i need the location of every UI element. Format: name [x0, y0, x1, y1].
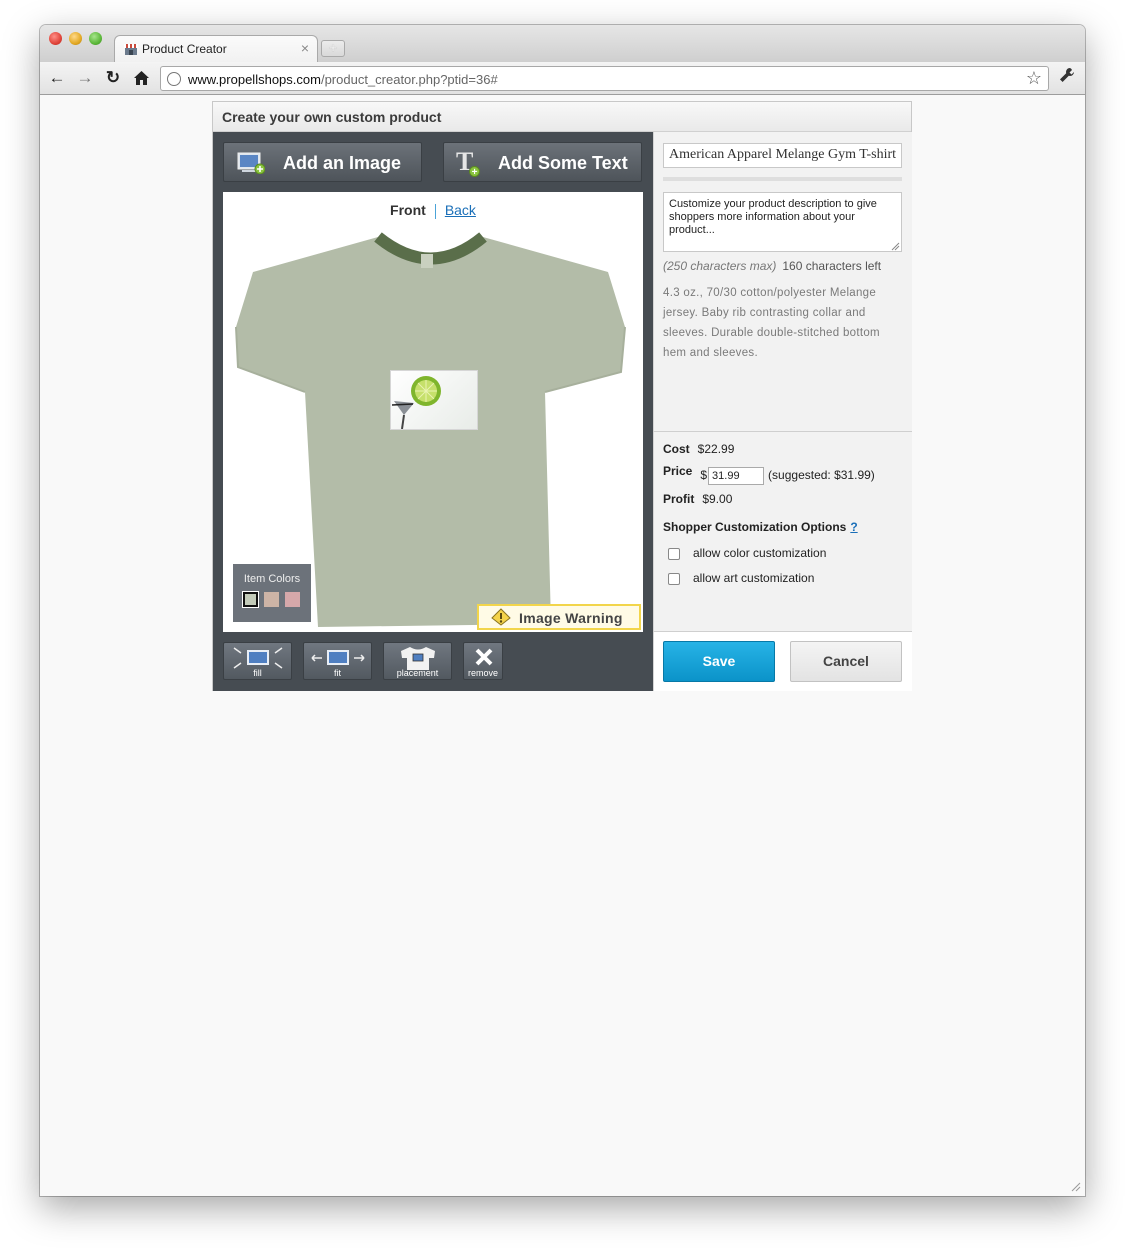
- product-title-input[interactable]: American Apparel Melange Gym T-shirt: [663, 143, 902, 168]
- image-warning-badge[interactable]: Image Warning: [477, 604, 641, 630]
- uploaded-artwork[interactable]: [390, 370, 478, 430]
- tab-close-icon[interactable]: ×: [301, 40, 309, 56]
- product-creator-panel: Create your own custom product Add an Im…: [212, 101, 912, 691]
- browser-tab[interactable]: Product Creator ×: [114, 35, 318, 62]
- fill-button[interactable]: fill: [223, 642, 292, 680]
- cost-row: Cost $22.99: [663, 442, 735, 456]
- warning-icon: [491, 608, 511, 626]
- divider: [663, 177, 902, 181]
- add-image-label: Add an Image: [283, 153, 402, 173]
- address-bar[interactable]: www.propellshops.com/product_creator.php…: [160, 66, 1049, 91]
- placement-button[interactable]: placement: [383, 642, 452, 680]
- price-input[interactable]: 31.99: [708, 467, 765, 485]
- product-details: American Apparel Melange Gym T-shirt Cus…: [653, 132, 912, 432]
- char-count: (250 characters max) 160 characters left: [663, 259, 882, 273]
- plus-badge-icon: +: [469, 166, 480, 178]
- page-content: Create your own custom product Add an Im…: [40, 96, 1085, 1196]
- remove-button[interactable]: remove: [463, 642, 503, 680]
- home-icon[interactable]: [133, 70, 150, 86]
- browser-window: Product Creator × + ← → ↻ www.propellsho…: [40, 25, 1085, 1196]
- front-side-label[interactable]: Front: [390, 202, 426, 218]
- new-tab-button[interactable]: +: [321, 40, 345, 57]
- item-colors-label: Item Colors: [243, 573, 301, 585]
- fill-label: fill: [253, 668, 262, 678]
- allow-art-checkbox[interactable]: [668, 572, 680, 585]
- pricing-section: Cost $22.99 Price $31.99 (suggested: $31.99…: [653, 432, 912, 632]
- color-swatch-tan[interactable]: [264, 592, 279, 607]
- browser-toolbar: ← → ↻ www.propellshops.com/product_creat…: [40, 62, 1085, 95]
- profit-row: Profit $9.00: [663, 492, 733, 506]
- allow-color-option[interactable]: allow color customization: [668, 546, 826, 560]
- bookmark-star-icon[interactable]: ☆: [1026, 68, 1042, 89]
- panel-header: Create your own custom product: [213, 102, 911, 132]
- window-resize-grip-icon[interactable]: [1071, 1182, 1081, 1192]
- fit-icon: [311, 650, 365, 665]
- fill-icon: [233, 647, 283, 669]
- color-swatch-pink[interactable]: [285, 592, 300, 607]
- product-description-text: 4.3 oz., 70/30 cotton/polyester Melange …: [663, 287, 880, 359]
- description-textarea[interactable]: Customize your product description to gi…: [663, 192, 902, 252]
- divider: [434, 203, 436, 219]
- reload-icon[interactable]: ↻: [101, 66, 125, 90]
- add-image-button[interactable]: Add an Image: [223, 142, 422, 182]
- globe-icon: [167, 72, 181, 86]
- action-bar: Save Cancel: [653, 631, 912, 691]
- color-swatch-green[interactable]: [242, 591, 259, 608]
- forward-arrow-icon[interactable]: →: [73, 66, 97, 90]
- design-canvas[interactable]: Front Back Item Colors Image Warning: [223, 192, 643, 632]
- page-title: Create your own custom product: [222, 109, 442, 125]
- wrench-icon[interactable]: [1059, 67, 1075, 83]
- allow-color-checkbox[interactable]: [668, 547, 680, 560]
- help-link[interactable]: ?: [850, 520, 857, 534]
- add-image-icon: [237, 152, 265, 174]
- allow-art-label: allow art customization: [693, 571, 815, 585]
- image-warning-label: Image Warning: [519, 610, 623, 626]
- back-arrow-icon[interactable]: ←: [45, 66, 69, 90]
- remove-label: remove: [467, 668, 498, 678]
- customization-options-heading: Shopper Customization Options?: [663, 520, 858, 534]
- store-icon: [124, 44, 138, 55]
- price-row: Price $31.99 (suggested: $31.99): [663, 464, 875, 485]
- title-bar: Product Creator × +: [40, 25, 1085, 62]
- url-text: www.propellshops.com/product_creator.php…: [188, 72, 498, 87]
- cancel-button[interactable]: Cancel: [790, 641, 902, 682]
- lime-cocktail-image: [391, 376, 441, 429]
- side-switcher: Front Back: [223, 202, 643, 219]
- add-text-button[interactable]: T + Add Some Text: [443, 142, 642, 182]
- save-button[interactable]: Save: [663, 641, 775, 682]
- zoom-window-button[interactable]: [89, 32, 102, 45]
- resize-grip-icon[interactable]: [891, 242, 900, 251]
- designer-area: Add an Image T + Add Some Text Front Back: [213, 132, 653, 691]
- placement-label: placement: [396, 668, 439, 678]
- allow-art-option[interactable]: allow art customization: [668, 571, 814, 585]
- allow-color-label: allow color customization: [693, 546, 827, 560]
- add-text-label: Add Some Text: [498, 153, 628, 173]
- remove-icon: [475, 648, 493, 666]
- back-side-link[interactable]: Back: [445, 202, 476, 218]
- tab-title: Product Creator: [142, 42, 227, 56]
- item-colors-picker: Item Colors: [233, 564, 311, 622]
- close-window-button[interactable]: [49, 32, 62, 45]
- fit-label: fit: [333, 668, 341, 678]
- minimize-window-button[interactable]: [69, 32, 82, 45]
- fit-button[interactable]: fit: [303, 642, 372, 680]
